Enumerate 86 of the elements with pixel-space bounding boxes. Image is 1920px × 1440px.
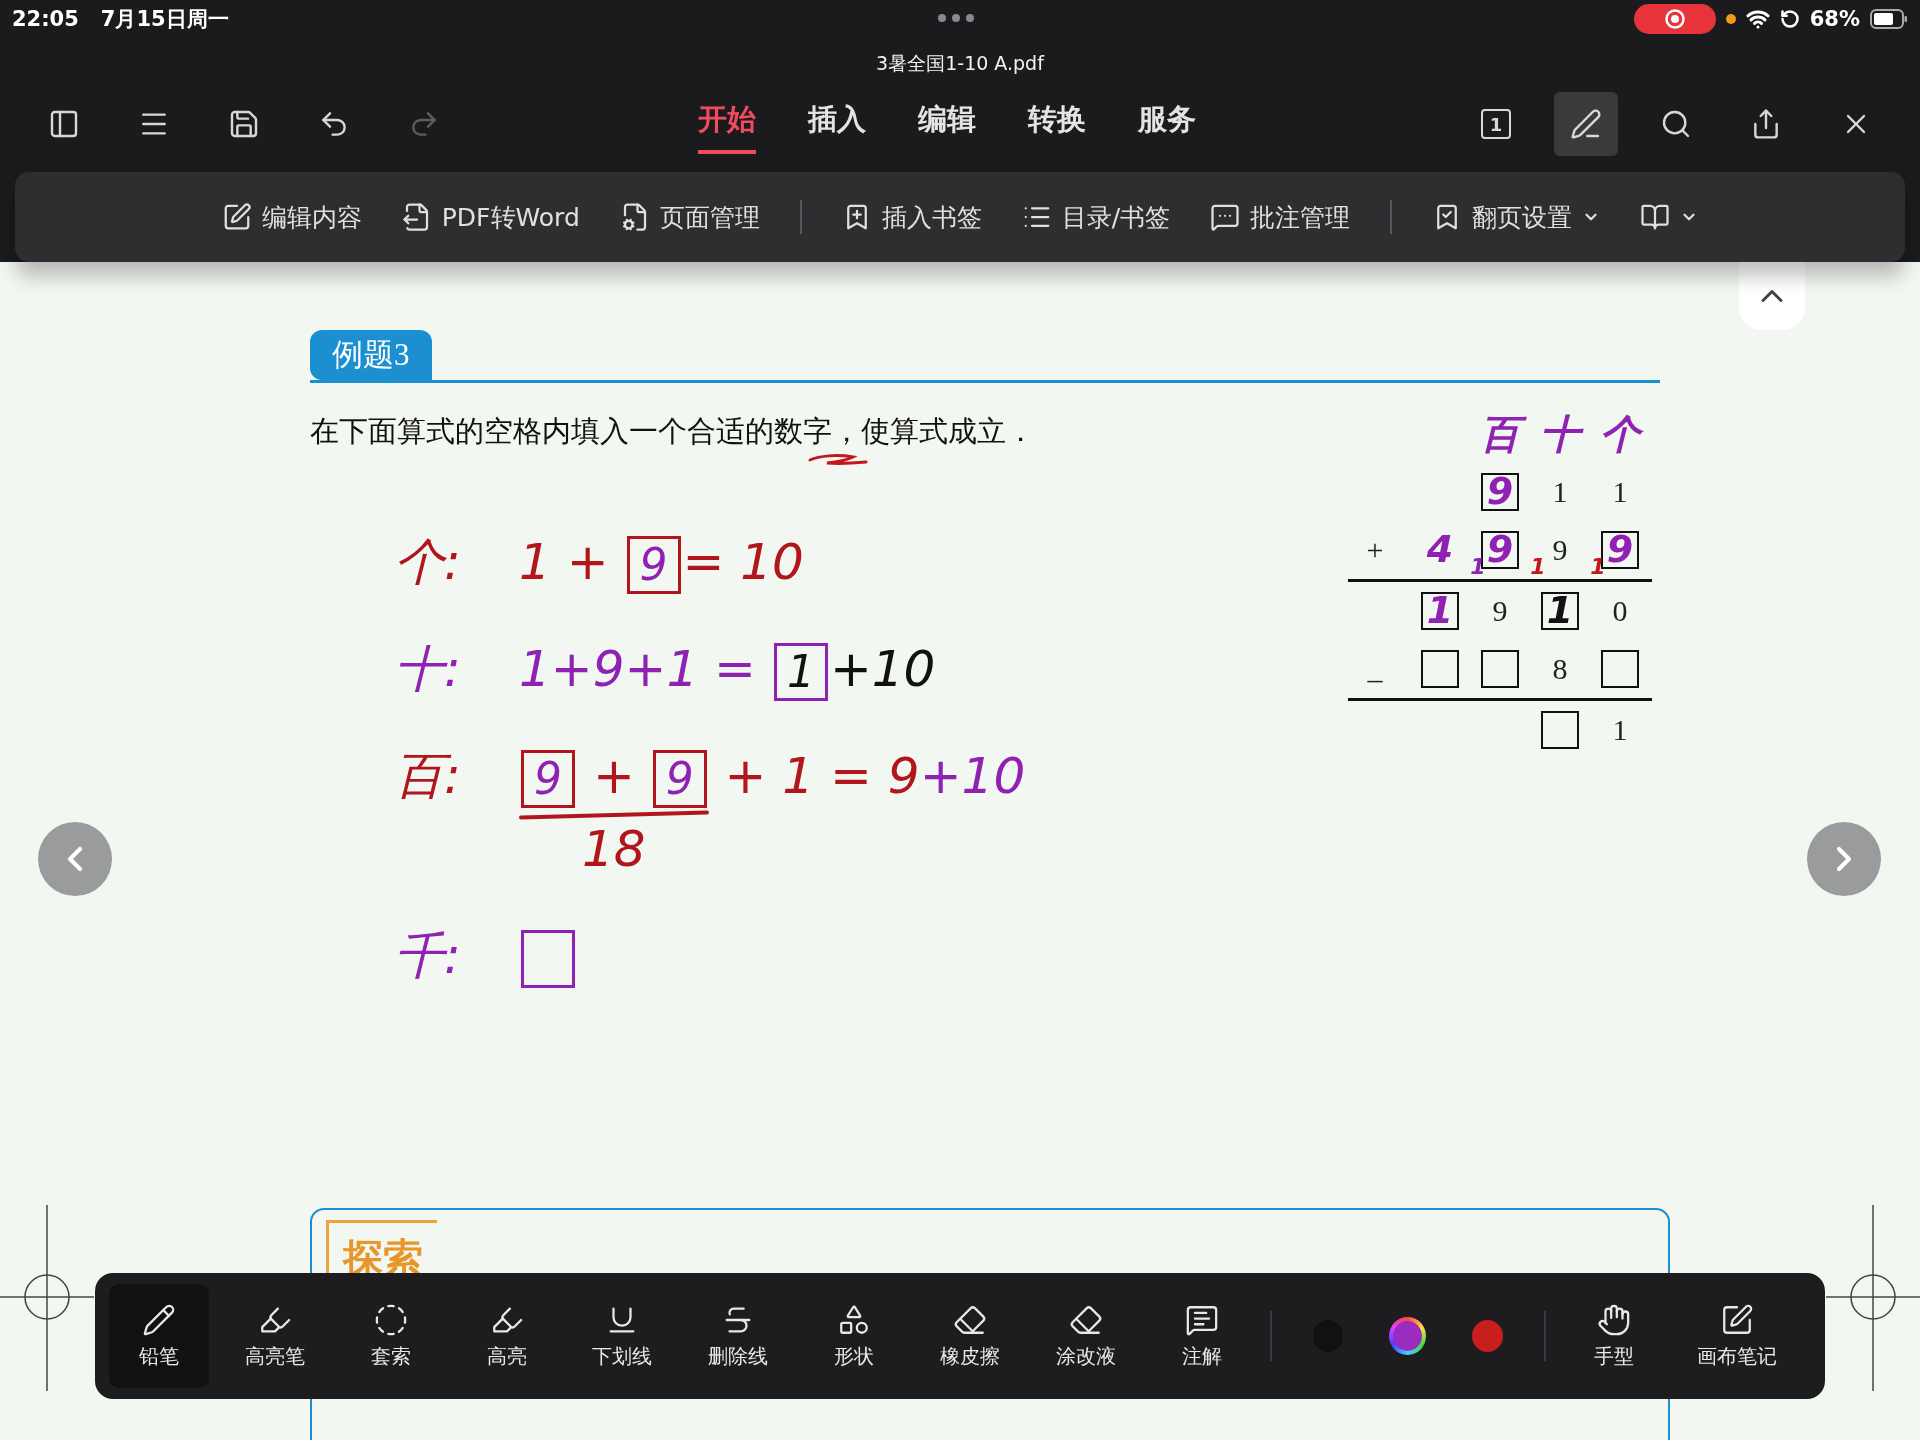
square-pen-icon xyxy=(1720,1302,1755,1337)
digit: 9 xyxy=(1552,533,1568,567)
date-text: 7月15日周一 xyxy=(100,6,229,33)
annotation-tool-button[interactable]: 高亮笔 xyxy=(224,1284,325,1388)
pen-icon xyxy=(1570,108,1602,140)
record-indicator[interactable] xyxy=(1633,4,1716,34)
handwritten-digit: 1 xyxy=(1425,587,1455,635)
handwritten-text: 1+9+1 = xyxy=(519,638,757,700)
annotation-tool-button[interactable]: 铅笔 xyxy=(109,1284,209,1388)
menu-tab[interactable]: 开始 xyxy=(698,94,756,154)
save-icon xyxy=(228,108,260,140)
handwritten-text: 9 xyxy=(665,752,694,806)
crop-mark-icon xyxy=(0,1205,94,1391)
handwritten-label: 百: xyxy=(394,745,462,807)
digit: 0 xyxy=(1612,594,1628,628)
menu-tab[interactable]: 插入 xyxy=(808,94,866,154)
battery-percentage: 68% xyxy=(1809,7,1860,31)
digit: 1 xyxy=(1612,475,1628,509)
ribbon-button[interactable]: 翻页设置 xyxy=(1432,194,1601,240)
handwritten-label: 千: xyxy=(394,925,462,987)
annotation-tool-button[interactable]: 删除线 xyxy=(688,1284,789,1388)
sidebar-icon xyxy=(48,108,80,140)
handwritten-label: 个: xyxy=(394,531,462,593)
question-text: 在下面算式的空格内填入一个合适的数字，使算式成立． xyxy=(310,413,1035,450)
handwritten-text: + xyxy=(591,745,636,807)
handwritten-text: +10 xyxy=(919,745,1026,807)
annotation-tool-button[interactable]: 下划线 xyxy=(572,1284,673,1388)
handwritten-text: 1 + xyxy=(519,531,610,593)
crop-mark-icon xyxy=(1826,1205,1920,1391)
page-number-button[interactable]: 1 xyxy=(1464,92,1528,156)
example-badge: 例题3 xyxy=(310,330,432,380)
handwritten-text: 9 xyxy=(639,538,668,592)
handwritten-digit: 9 xyxy=(1605,526,1635,574)
menu-tab[interactable]: 转换 xyxy=(1028,94,1086,154)
clock-time: 22:05 xyxy=(12,7,79,31)
handwritten-label: 百 xyxy=(1474,409,1526,459)
dashed-circle-icon xyxy=(373,1302,408,1337)
comment-icon xyxy=(1210,202,1241,232)
digit: 8 xyxy=(1552,652,1568,686)
ribbon-button[interactable]: 页面管理 xyxy=(619,194,760,240)
document-title: 3暑全国1-10 A.pdf xyxy=(875,51,1046,76)
menu-tab[interactable]: 编辑 xyxy=(918,94,976,154)
annotation-tool-button[interactable]: 手型 xyxy=(1563,1284,1664,1388)
annotation-tool-button[interactable]: 注解 xyxy=(1151,1284,1252,1388)
annotation-tool-button[interactable]: 形状 xyxy=(804,1284,905,1388)
annotation-tool-button[interactable]: 画布笔记 xyxy=(1679,1284,1795,1388)
hand-icon xyxy=(1596,1302,1631,1337)
handwritten-digit: 9 xyxy=(1485,468,1515,516)
handwritten-text: 1 xyxy=(786,645,815,699)
annotation-tool-button[interactable]: 橡皮擦 xyxy=(920,1284,1020,1388)
status-dot-icon xyxy=(1725,14,1736,24)
color-swatch[interactable] xyxy=(1472,1320,1503,1352)
annotation-tool-button[interactable]: 涂改液 xyxy=(1036,1284,1136,1388)
pencil-icon xyxy=(141,1302,176,1337)
ribbon-button[interactable]: 编辑内容 xyxy=(221,194,362,240)
digit: 1 xyxy=(1552,475,1568,509)
operator: _ xyxy=(1367,652,1383,686)
battery-icon xyxy=(1870,9,1908,29)
handwritten-label: 十 xyxy=(1534,409,1586,459)
handwritten-digit: 1 xyxy=(1545,587,1575,635)
ribbon-button[interactable]: PDF转Word xyxy=(401,194,580,240)
search-icon xyxy=(1660,108,1692,140)
handwritten-digit: 1 xyxy=(1529,552,1547,580)
handwritten-text: 9 xyxy=(534,752,562,806)
digit: 1 xyxy=(1612,713,1628,747)
book-icon xyxy=(1640,202,1671,232)
handwritten-text: 18 xyxy=(582,818,646,880)
handwritten-digit: 9 xyxy=(1485,526,1515,574)
multitask-dots-icon[interactable] xyxy=(938,14,974,22)
digit: 9 xyxy=(1492,594,1508,628)
ribbon-button[interactable]: 目录/书签 xyxy=(1021,194,1171,240)
rotation-lock-icon xyxy=(1779,9,1800,29)
operator: + xyxy=(1366,533,1384,567)
handwritten-digit: 1 xyxy=(1469,552,1487,580)
handwritten-text: + 1 = 9 xyxy=(723,745,920,807)
handwritten-text: = 10 xyxy=(682,531,804,593)
handwritten-digit: 4 xyxy=(1425,526,1455,574)
pen-button[interactable] xyxy=(1554,92,1618,156)
handwritten-label: 十: xyxy=(394,638,462,700)
menu-tab[interactable]: 服务 xyxy=(1138,94,1196,154)
handwritten-text: +10 xyxy=(829,638,936,700)
handwritten-label: 个 xyxy=(1594,409,1646,459)
ribbon-button[interactable]: 插入书签 xyxy=(841,194,982,240)
handwritten-digit: 1 xyxy=(1589,552,1607,580)
ribbon-button[interactable]: 批注管理 xyxy=(1210,194,1351,240)
annotation-tool-button[interactable]: 高亮 xyxy=(456,1284,557,1388)
